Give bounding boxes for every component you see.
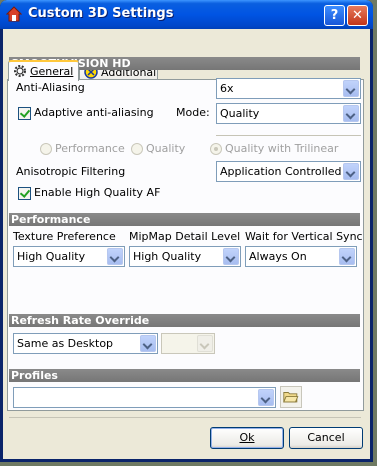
refresh-value: Same as Desktop (17, 337, 114, 350)
anisotropic-select[interactable]: Application Controlled (216, 161, 361, 182)
tab-general-label: General (30, 65, 74, 78)
help-button[interactable]: ? (324, 5, 345, 26)
mode-label: Mode: (176, 106, 210, 119)
vsync-select[interactable]: Always On (245, 246, 357, 267)
mipmap-select[interactable]: High Quality (129, 246, 241, 267)
title-bar[interactable]: Custom 3D Settings ? ✕ (0, 0, 373, 29)
chevron-down-icon[interactable] (223, 248, 239, 265)
refresh-header: Refresh Rate Override (9, 314, 360, 327)
radio-quality-label: Quality (146, 142, 186, 155)
dialog-window: Custom 3D Settings ? ✕ General Additiona… (0, 0, 373, 462)
chevron-down-icon[interactable] (107, 248, 123, 265)
chevron-down-icon[interactable] (343, 80, 359, 97)
close-button[interactable]: ✕ (347, 5, 368, 26)
performance-header: Performance (9, 213, 360, 226)
vsync-label: Wait for Vertical Sync (245, 230, 363, 243)
radio-quality (131, 143, 143, 155)
chevron-down-icon[interactable] (140, 335, 156, 352)
adaptive-aa-label[interactable]: Adaptive anti-aliasing (34, 106, 154, 119)
mipmap-value: High Quality (133, 250, 202, 263)
mode-value: Quality (220, 107, 260, 120)
profiles-header: Profiles (9, 369, 360, 382)
chevron-down-icon (197, 335, 213, 352)
anti-aliasing-label: Anti-Aliasing (16, 81, 85, 94)
window-title: Custom 3D Settings (28, 6, 174, 21)
anisotropic-value: Application Controlled (220, 165, 342, 178)
mode-select[interactable]: Quality (216, 103, 361, 124)
cancel-button[interactable]: Cancel (289, 427, 363, 449)
texture-select[interactable]: High Quality (13, 246, 125, 267)
tab-general[interactable]: General (8, 60, 79, 81)
radio-quality-trilinear (210, 143, 222, 155)
high-quality-af-checkbox[interactable] (18, 187, 31, 200)
texture-label: Texture Preference (13, 230, 116, 243)
anti-aliasing-value: 6x (220, 82, 234, 95)
radio-performance (40, 143, 52, 155)
adaptive-aa-checkbox[interactable] (18, 107, 31, 120)
mipmap-label: MipMap Detail Level (129, 230, 241, 243)
chevron-down-icon[interactable] (258, 389, 274, 406)
cancel-label: Cancel (307, 431, 345, 444)
radio-quality-trilinear-label: Quality with Trilinear (225, 142, 339, 155)
ok-label: Ok (239, 431, 255, 444)
radio-performance-label: Performance (55, 142, 125, 155)
dialog-client: General Additional SMOOTHVISION HD Anti-… (3, 29, 370, 459)
open-profile-button[interactable] (280, 386, 302, 408)
anti-aliasing-select[interactable]: 6x (216, 78, 361, 99)
divider (216, 135, 361, 136)
profiles-select[interactable] (13, 387, 276, 408)
tab-panel (7, 79, 364, 411)
chevron-down-icon[interactable] (343, 163, 359, 180)
chevron-down-icon[interactable] (339, 248, 355, 265)
app-icon (6, 6, 22, 22)
folder-icon (283, 392, 299, 403)
ok-button[interactable]: Ok (210, 427, 284, 449)
texture-value: High Quality (17, 250, 86, 263)
vsync-value: Always On (249, 250, 307, 263)
anisotropic-label: Anisotropic Filtering (16, 165, 126, 178)
chevron-down-icon[interactable] (343, 105, 359, 122)
gear-icon (14, 65, 26, 77)
refresh-select[interactable]: Same as Desktop (13, 333, 158, 354)
high-quality-af-label[interactable]: Enable High Quality AF (34, 186, 160, 199)
refresh-rate-select (161, 333, 215, 354)
divider (9, 417, 361, 418)
